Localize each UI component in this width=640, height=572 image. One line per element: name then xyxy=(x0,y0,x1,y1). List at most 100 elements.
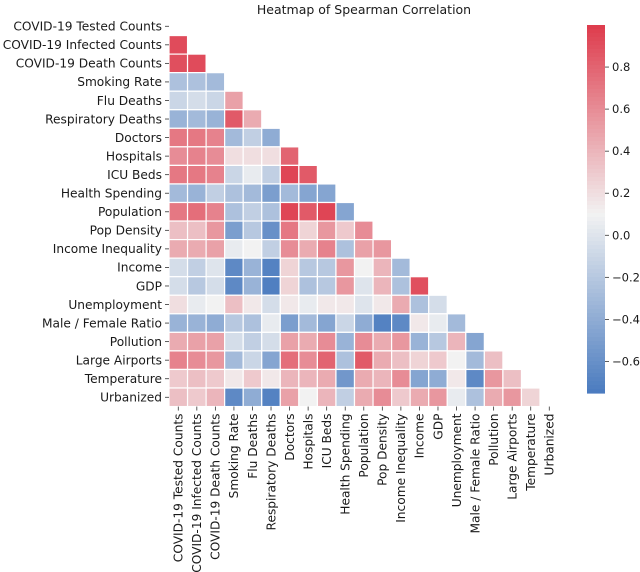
heatmap-cell xyxy=(168,220,189,241)
colorbar-segment xyxy=(587,333,605,338)
heatmap-cell xyxy=(391,294,411,315)
heatmap-cell xyxy=(186,127,207,148)
heatmap-cell xyxy=(298,387,319,408)
heatmap-cell xyxy=(261,294,281,315)
colorbar-segment xyxy=(587,169,605,174)
heatmap-cell xyxy=(186,201,207,222)
heatmap-cell xyxy=(483,350,504,371)
heatmap-cell xyxy=(298,201,319,222)
heatmap-cell xyxy=(409,350,430,371)
x-tick-label: COVID-19 Death Counts xyxy=(209,414,223,560)
heatmap-cell xyxy=(168,109,189,129)
heatmap-cell xyxy=(168,72,189,92)
colorbar-segment xyxy=(587,153,605,158)
heatmap-cell xyxy=(261,220,281,241)
colorbar-segment xyxy=(587,353,605,358)
heatmap-cell xyxy=(261,276,281,296)
heatmap-cell xyxy=(502,368,523,389)
colorbar-segment xyxy=(587,193,605,198)
colorbar-segment xyxy=(587,341,605,346)
colorbar-segment xyxy=(587,125,605,130)
heatmap-cell xyxy=(335,257,356,278)
colorbar-segment xyxy=(587,49,605,54)
heatmap-cell xyxy=(372,276,393,296)
heatmap-cell xyxy=(409,387,430,408)
colorbar-segment xyxy=(587,165,605,170)
heatmap-cell xyxy=(353,350,374,371)
y-tick-label: Health Spending xyxy=(61,187,162,201)
colorbar-segment xyxy=(587,189,605,194)
heatmap-cell xyxy=(372,331,393,352)
heatmap-cell xyxy=(316,350,337,371)
heatmap-cell xyxy=(242,276,263,296)
heatmap-cell xyxy=(446,368,467,389)
colorbar-segment xyxy=(587,269,605,274)
heatmap-cell xyxy=(298,164,319,185)
x-tick-label: ICU Beds xyxy=(320,414,334,469)
heatmap-cell xyxy=(446,387,467,408)
heatmap-cell xyxy=(353,368,374,389)
x-tick-label: Smoking Rate xyxy=(227,414,241,499)
heatmap-cell xyxy=(428,350,448,371)
colorbar-segment xyxy=(587,57,605,62)
heatmap-cell xyxy=(298,350,319,371)
colorbar-segment xyxy=(587,349,605,354)
y-tick-label: COVID-19 Tested Counts xyxy=(13,20,162,34)
heatmap-cell xyxy=(279,294,300,315)
heatmap-cell xyxy=(335,220,356,241)
colorbar-segment xyxy=(587,389,605,394)
heatmap-cell xyxy=(409,294,430,315)
heatmap-cell xyxy=(205,350,226,371)
colorbar-segment xyxy=(587,65,605,70)
colorbar-segment xyxy=(587,73,605,78)
colorbar-segment xyxy=(587,317,605,322)
heatmap-cell xyxy=(261,201,281,222)
heatmap-cell xyxy=(186,276,207,296)
heatmap-cell xyxy=(409,276,430,296)
heatmap-cell xyxy=(391,257,411,278)
colorbar-segment xyxy=(587,289,605,294)
heatmap-cell xyxy=(298,239,319,259)
y-tick-label: COVID-19 Infected Counts xyxy=(3,38,162,52)
colorbar-segment xyxy=(587,137,605,142)
heatmap-cell xyxy=(279,183,300,204)
y-tick-label: Population xyxy=(98,205,162,219)
colorbar-segment xyxy=(587,209,605,214)
heatmap-cell xyxy=(391,276,411,296)
heatmap-cell xyxy=(335,331,356,352)
colorbar-segment xyxy=(587,201,605,206)
heatmap-cell xyxy=(279,350,300,371)
heatmap-cell xyxy=(335,294,356,315)
y-tick-label: Respiratory Deaths xyxy=(45,112,162,126)
colorbar-segment xyxy=(587,109,605,114)
heatmap-cell xyxy=(483,368,504,389)
heatmap-cell xyxy=(316,368,337,389)
y-tick-label: Male / Female Ratio xyxy=(42,316,162,330)
heatmap-cell xyxy=(168,350,189,371)
heatmap-cell xyxy=(261,350,281,371)
heatmap-cell xyxy=(428,313,448,333)
heatmap-cell xyxy=(186,350,207,371)
colorbar-segment xyxy=(587,305,605,310)
heatmap-cell xyxy=(446,331,467,352)
heatmap-cell xyxy=(353,331,374,352)
heatmap-cell xyxy=(428,294,448,315)
colorbar-segment xyxy=(587,241,605,246)
colorbar-segment xyxy=(587,321,605,326)
heatmap-cell xyxy=(465,387,485,408)
x-tick-label: Population xyxy=(357,414,371,478)
x-tick-label: COVID-19 Tested Counts xyxy=(172,414,186,563)
heatmap-cell xyxy=(224,109,244,129)
heatmap-cell xyxy=(279,387,300,408)
heatmap-cell xyxy=(335,239,356,259)
heatmap-cell xyxy=(298,276,319,296)
heatmap-cell xyxy=(353,239,374,259)
heatmap-cell xyxy=(409,313,430,333)
heatmap-cell xyxy=(186,72,207,92)
heatmap-cell xyxy=(205,183,226,204)
x-tick-label: COVID-19 Infected Counts xyxy=(190,414,204,572)
heatmap-cell xyxy=(205,164,226,185)
colorbar-segment xyxy=(587,93,605,98)
x-tick-label: Health Spending xyxy=(339,414,353,515)
heatmap-cells xyxy=(168,34,541,408)
